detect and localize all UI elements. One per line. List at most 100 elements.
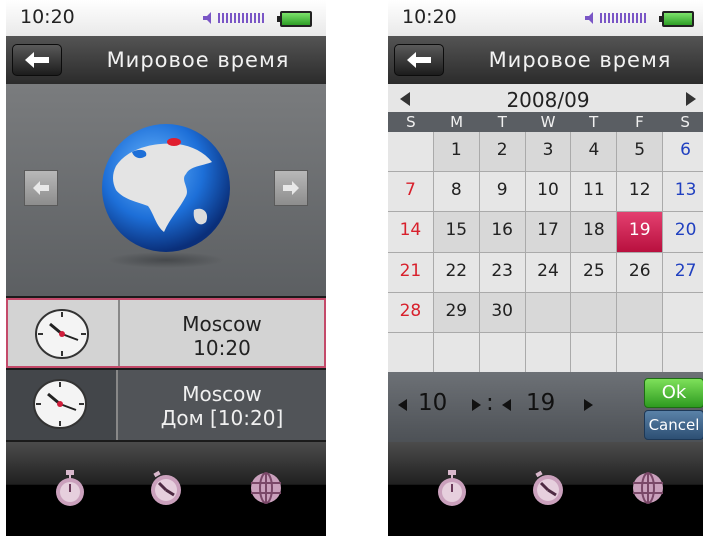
- calendar-day-cell[interactable]: 7: [388, 172, 433, 212]
- calendar-empty-cell: [479, 332, 525, 372]
- clock-city: Moscow: [182, 312, 262, 336]
- weekday-label: S: [406, 113, 416, 131]
- next-city-button[interactable]: [274, 170, 308, 206]
- calendar-day-cell[interactable]: 15: [433, 212, 479, 252]
- bottom-toolbar: [6, 442, 326, 536]
- timer-icon[interactable]: [528, 468, 568, 508]
- volume-level-bars: [600, 13, 648, 23]
- calendar-day-cell[interactable]: 12: [617, 172, 663, 212]
- minute-decrease-arrow-icon[interactable]: [502, 399, 511, 411]
- next-month-arrow-icon[interactable]: [686, 92, 696, 106]
- weekday-header: S M T W T F S: [388, 112, 703, 132]
- page-title: Мировое время: [106, 48, 290, 72]
- calendar-empty-cell: [617, 292, 663, 332]
- calendar-day-cell[interactable]: 18: [571, 212, 617, 252]
- right-arrow-icon: [283, 181, 299, 195]
- calendar-day-cell[interactable]: 13: [663, 172, 703, 212]
- status-time: 10:20: [402, 6, 457, 28]
- analog-clock-icon: [33, 379, 87, 429]
- volume-level-bars: [218, 13, 266, 23]
- clock-city: Moscow: [182, 382, 262, 406]
- page-title: Мировое время: [488, 48, 672, 72]
- hour-increase-arrow-icon[interactable]: [472, 399, 481, 411]
- calendar-day-cell[interactable]: 30: [479, 292, 525, 332]
- weekday-label: T: [497, 113, 507, 131]
- calendar-day-cell[interactable]: 28: [388, 292, 433, 332]
- previous-city-button[interactable]: [24, 170, 58, 206]
- clock-row-selected[interactable]: Moscow 10:20: [6, 298, 326, 368]
- hour-value[interactable]: 10: [418, 390, 447, 416]
- calendar-empty-cell: [388, 332, 433, 372]
- world-clock-icon[interactable]: [246, 468, 286, 508]
- globe-panel: [6, 84, 326, 296]
- calendar-day-cell[interactable]: 17: [525, 212, 571, 252]
- calendar-empty-cell: [571, 332, 617, 372]
- weekday-label: M: [450, 113, 464, 131]
- calendar-day-cell[interactable]: 14: [388, 212, 433, 252]
- calendar-day-cell[interactable]: 1: [433, 132, 479, 172]
- date-time-setting-screen: 10:20 Мировое время 2008/09 S M T W T F …: [388, 0, 703, 536]
- calendar-empty-cell: [388, 132, 433, 172]
- weekday-label: F: [635, 113, 644, 131]
- speaker-icon: [585, 12, 593, 24]
- globe-image: [102, 124, 230, 268]
- world-clock-icon[interactable]: [628, 468, 668, 508]
- calendar-day-cell[interactable]: 24: [525, 252, 571, 292]
- calendar-day-cell[interactable]: 5: [617, 132, 663, 172]
- calendar-day-cell[interactable]: 11: [571, 172, 617, 212]
- clock-row-home[interactable]: Moscow Дом [10:20]: [6, 370, 326, 440]
- ok-button[interactable]: Ok: [644, 378, 703, 408]
- calendar-day-cell[interactable]: 23: [479, 252, 525, 292]
- current-month: 2008/09: [506, 88, 590, 112]
- calendar-day-cell[interactable]: 29: [433, 292, 479, 332]
- calendar-day-cell[interactable]: 26: [617, 252, 663, 292]
- timer-icon[interactable]: [146, 468, 186, 508]
- calendar-empty-cell: [571, 292, 617, 332]
- clock-time: 10:20: [193, 336, 251, 360]
- clock-time: Дом [10:20]: [160, 406, 284, 430]
- stopwatch-icon[interactable]: [432, 468, 472, 508]
- calendar-day-cell[interactable]: 27: [663, 252, 703, 292]
- back-button[interactable]: [394, 44, 444, 76]
- status-bar: 10:20: [388, 0, 703, 36]
- analog-clock-cell: [8, 300, 120, 366]
- calendar-day-cell[interactable]: 20: [663, 212, 703, 252]
- calendar-empty-cell: [525, 292, 571, 332]
- calendar-day-cell[interactable]: 8: [433, 172, 479, 212]
- calendar-day-cell[interactable]: 21: [388, 252, 433, 292]
- hour-decrease-arrow-icon[interactable]: [398, 399, 407, 411]
- calendar-day-cell[interactable]: 6: [663, 132, 703, 172]
- calendar-empty-cell: [433, 332, 479, 372]
- weekday-label: W: [540, 113, 556, 131]
- calendar-grid: 1 2 3 4 5 6 7 8 9 10 11 12 13 14 15 16 17 18 19 20 21 22 23 24 2…: [388, 132, 703, 372]
- battery-icon: [277, 11, 312, 27]
- calendar-day-cell[interactable]: 4: [571, 132, 617, 172]
- calendar-day-cell[interactable]: 9: [479, 172, 525, 212]
- calendar-day-cell[interactable]: 16: [479, 212, 525, 252]
- previous-month-arrow-icon[interactable]: [400, 92, 410, 106]
- stopwatch-icon[interactable]: [50, 468, 90, 508]
- speaker-icon: [203, 12, 211, 24]
- status-time: 10:20: [20, 6, 75, 28]
- title-bar: Мировое время: [388, 36, 703, 84]
- calendar-day-cell[interactable]: 10: [525, 172, 571, 212]
- bottom-toolbar: [388, 442, 703, 536]
- weekday-label: T: [589, 113, 599, 131]
- calendar-empty-cell: [525, 332, 571, 372]
- cancel-button[interactable]: Cancel: [644, 410, 703, 440]
- minute-value[interactable]: 19: [526, 390, 555, 416]
- status-bar: 10:20: [6, 0, 326, 36]
- back-button[interactable]: [12, 44, 62, 76]
- volume-indicator: [203, 11, 266, 25]
- calendar-empty-cell: [663, 332, 703, 372]
- calendar-day-cell[interactable]: 3: [525, 132, 571, 172]
- analog-clock-cell: [6, 370, 118, 440]
- calendar-day-cell[interactable]: 22: [433, 252, 479, 292]
- world-time-screen: 10:20 Мировое время Moscow 10:20 Moscow …: [6, 0, 326, 536]
- calendar-day-cell[interactable]: 2: [479, 132, 525, 172]
- analog-clock-icon: [35, 309, 89, 359]
- minute-increase-arrow-icon[interactable]: [584, 399, 593, 411]
- calendar-day-cell[interactable]: 25: [571, 252, 617, 292]
- back-arrow-icon: [407, 52, 431, 68]
- calendar-day-cell[interactable]: 19: [617, 212, 663, 252]
